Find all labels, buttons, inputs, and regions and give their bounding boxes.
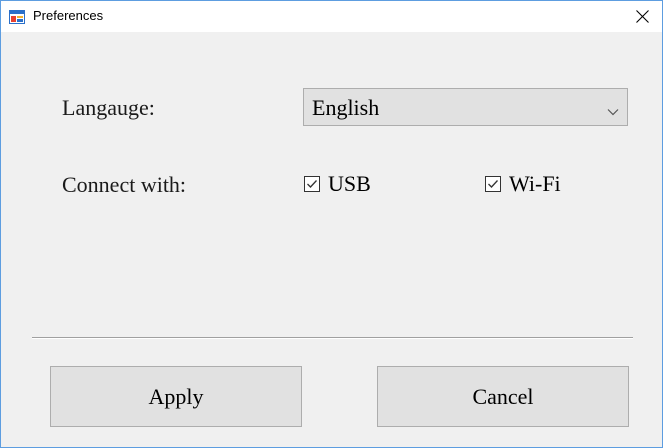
separator-line bbox=[32, 337, 633, 339]
title-bar[interactable]: Preferences bbox=[1, 1, 662, 32]
apply-button[interactable]: Apply bbox=[50, 366, 302, 427]
cancel-button[interactable]: Cancel bbox=[377, 366, 629, 427]
window-title: Preferences bbox=[33, 8, 104, 23]
preferences-window: Preferences Langauge: English Connect wi… bbox=[0, 0, 663, 448]
connect-with-label: Connect with: bbox=[62, 172, 187, 197]
wifi-checkbox-label: Wi-Fi bbox=[509, 171, 561, 196]
chevron-down-icon bbox=[607, 103, 619, 121]
usb-checkbox-label: USB bbox=[328, 171, 371, 196]
checked-checkbox-icon[interactable] bbox=[304, 176, 320, 197]
close-button[interactable] bbox=[622, 1, 662, 32]
language-dropdown[interactable]: English bbox=[303, 88, 628, 126]
language-selected-value: English bbox=[312, 95, 380, 120]
checked-checkbox-icon[interactable] bbox=[485, 176, 501, 197]
close-icon bbox=[636, 10, 649, 23]
app-form-icon bbox=[9, 9, 25, 25]
language-label: Langauge: bbox=[62, 95, 155, 120]
